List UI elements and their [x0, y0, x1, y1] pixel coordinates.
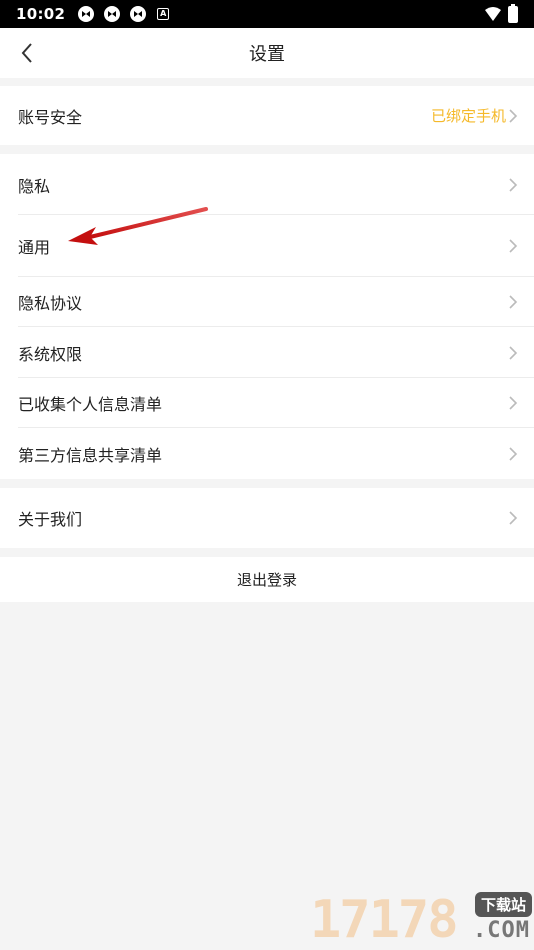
back-button[interactable]: [12, 38, 42, 68]
page-title: 设置: [249, 44, 285, 65]
row-label: 隐私协议: [18, 294, 83, 313]
app-notification-icon: [130, 6, 147, 22]
row-label: 关于我们: [18, 510, 83, 529]
about-section: 关于我们: [0, 488, 534, 548]
app-notification-icon: [104, 6, 121, 22]
chevron-right-icon: [509, 239, 518, 253]
phone-bound-status: 已绑定手机: [430, 107, 506, 125]
row-privacy-agreement[interactable]: 隐私协议: [0, 277, 534, 327]
row-collected-info-list[interactable]: 已收集个人信息清单: [0, 378, 534, 428]
status-time: 10:02: [16, 5, 66, 23]
watermark-domain: .COM: [473, 918, 530, 943]
logout-button[interactable]: 退出登录: [0, 557, 534, 602]
chevron-right-icon: [509, 396, 518, 410]
row-label: 系统权限: [18, 344, 83, 364]
annotation-arrow-icon: [68, 207, 208, 245]
row-third-party-sharing-list[interactable]: 第三方信息共享清单: [0, 428, 534, 479]
app-notification-icon: [78, 6, 95, 22]
battery-icon: [508, 3, 518, 23]
row-label: 已收集个人信息清单: [18, 395, 163, 414]
chevron-right-icon: [509, 345, 518, 360]
chevron-right-icon: [509, 446, 518, 461]
row-label: 通用: [18, 238, 51, 257]
watermark-logo: 17178 下载站 .COM: [310, 890, 534, 950]
watermark-badge: 下载站: [474, 892, 532, 917]
logout-label: 退出登录: [236, 571, 297, 589]
row-about-us[interactable]: 关于我们: [0, 488, 534, 548]
row-label: 账号安全: [18, 107, 83, 127]
row-account-security[interactable]: 账号安全 已绑定手机: [0, 86, 534, 145]
a-icon: A: [157, 8, 170, 20]
wifi-icon: [485, 7, 501, 21]
chevron-right-icon: [509, 511, 518, 525]
chevron-right-icon: [509, 108, 518, 123]
row-label: 隐私: [18, 176, 51, 196]
chevron-right-icon: [509, 177, 518, 192]
chevron-right-icon: [509, 295, 518, 309]
row-system-permissions[interactable]: 系统权限: [0, 327, 534, 378]
status-right: [484, 3, 518, 23]
watermark-digits: 17178: [310, 890, 459, 950]
row-label: 第三方信息共享清单: [18, 445, 163, 465]
nav-bar: 设置: [0, 28, 534, 78]
chevron-left-icon: [21, 43, 32, 63]
status-bar: 10:02 A: [0, 0, 534, 28]
account-section: 账号安全 已绑定手机: [0, 86, 534, 145]
